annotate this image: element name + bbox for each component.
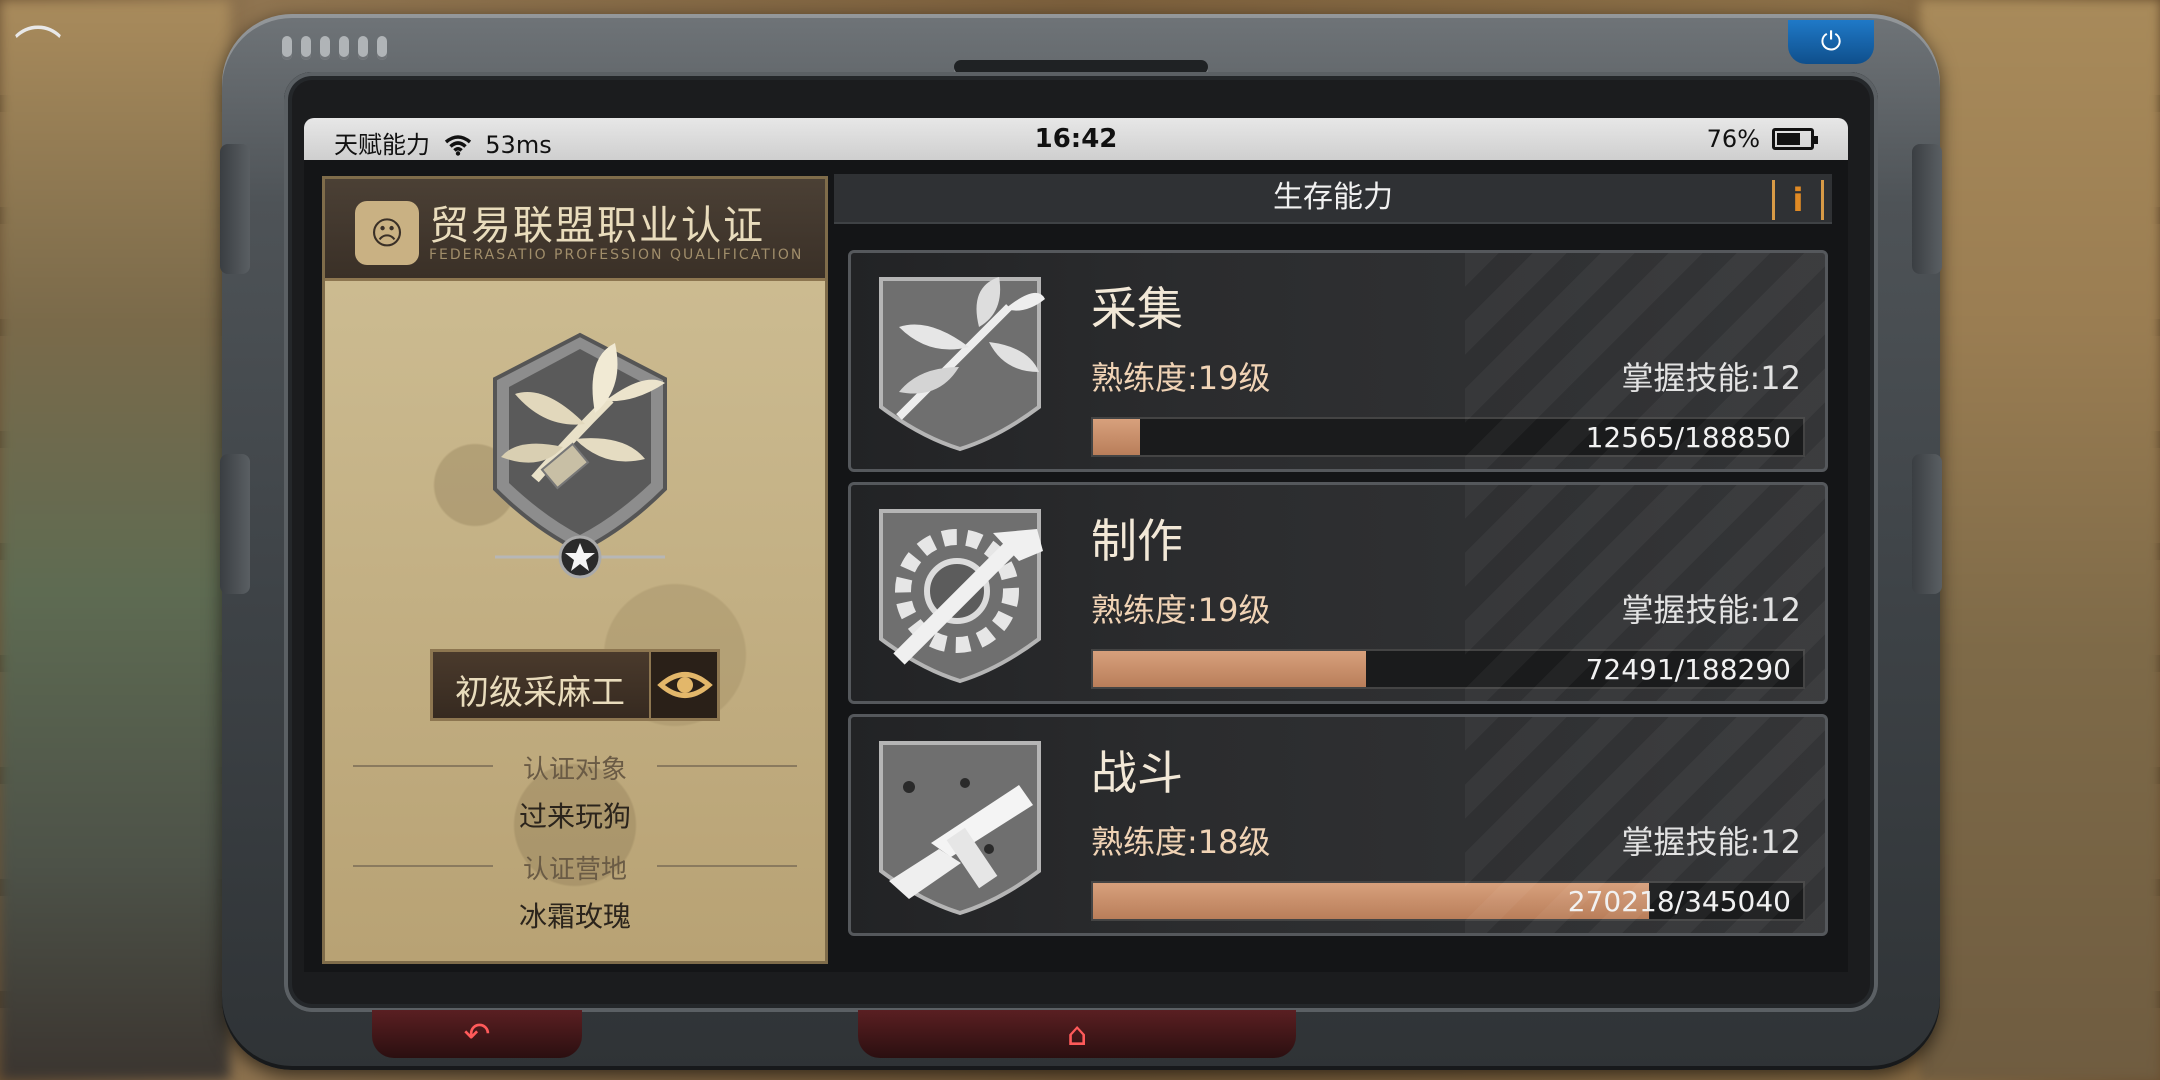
speaker-grille bbox=[282, 36, 387, 60]
skill-progress-fill bbox=[1093, 883, 1650, 919]
battery-level bbox=[1777, 133, 1801, 145]
skill-card-crafting[interactable]: 制作 熟练度:19级 掌握技能:12 72491/188290 bbox=[848, 482, 1828, 704]
clock: 16:42 bbox=[1034, 124, 1118, 154]
leaf-bundle-icon bbox=[879, 277, 1045, 452]
left-side-bump-top bbox=[220, 144, 250, 274]
camp-label: 认证营地 bbox=[325, 849, 825, 886]
certification-subtitle: FEDERASATIO PROFESSION QUALIFICATION bbox=[429, 247, 804, 263]
background-left bbox=[0, 0, 230, 1080]
right-side-bump-top bbox=[1912, 144, 1942, 274]
skill-card-combat[interactable]: 战斗 熟练度:18级 掌握技能:12 270218/345040 bbox=[848, 714, 1828, 936]
skill-progress-text: 72491/188290 bbox=[1585, 653, 1791, 686]
survival-header: 生存能力 i bbox=[834, 174, 1832, 224]
background-right bbox=[1920, 0, 2160, 1080]
target-value: 过来玩狗 bbox=[518, 800, 631, 833]
camp-value: 冰霜玫瑰 bbox=[518, 900, 631, 933]
battery-icon bbox=[1772, 128, 1818, 150]
back-button[interactable]: ↶ bbox=[372, 1010, 582, 1058]
battery-percent: 76% bbox=[1706, 125, 1760, 153]
app-screen: ☹ 贸易联盟职业认证 FEDERASATIO PROFESSION QUALIF… bbox=[304, 160, 1848, 972]
skill-card-gathering[interactable]: 采集 熟练度:19级 掌握技能:12 12565/188850 bbox=[848, 250, 1828, 472]
bottom-navigation: ↶ ⌂ bbox=[0, 1010, 2160, 1080]
right-side-bump-mid bbox=[1912, 454, 1942, 594]
skill-name: 采集 bbox=[1091, 282, 1183, 336]
home-icon: ⌂ bbox=[1066, 1015, 1088, 1053]
home-button[interactable]: ⌂ bbox=[858, 1010, 1296, 1058]
status-right: 76% bbox=[1706, 125, 1818, 153]
power-button[interactable]: ⏻ bbox=[1788, 20, 1874, 64]
trade-alliance-logo-icon: ☹ bbox=[355, 201, 419, 265]
top-left-back-icon[interactable]: ⌒ bbox=[14, 22, 70, 78]
info-icon[interactable]: i bbox=[1772, 180, 1824, 220]
gear-hammer-icon bbox=[879, 509, 1043, 684]
skill-name: 战斗 bbox=[1091, 746, 1183, 800]
rank-name: 初级采麻工 bbox=[455, 673, 625, 713]
rank-name-box[interactable]: 初级采麻工 bbox=[430, 649, 720, 721]
back-arrow-icon: ↶ bbox=[463, 1015, 491, 1053]
skill-progress-fill bbox=[1093, 419, 1141, 455]
skill-proficiency: 熟练度:19级 bbox=[1091, 591, 1271, 629]
skill-progress-text: 270218/345040 bbox=[1567, 885, 1791, 918]
certification-panel: ☹ 贸易联盟职业认证 FEDERASATIO PROFESSION QUALIF… bbox=[322, 176, 828, 964]
certification-header: ☹ 贸易联盟职业认证 FEDERASATIO PROFESSION QUALIF… bbox=[325, 179, 825, 281]
skill-progress-bar: 12565/188850 bbox=[1091, 417, 1805, 457]
skill-proficiency: 熟练度:18级 bbox=[1091, 823, 1271, 861]
skill-mastery: 掌握技能:12 bbox=[1621, 591, 1801, 629]
skill-name: 制作 bbox=[1091, 514, 1183, 568]
submachine-gun-icon bbox=[879, 741, 1041, 916]
skill-progress-bar: 270218/345040 bbox=[1091, 881, 1805, 921]
power-icon: ⏻ bbox=[1820, 27, 1842, 57]
skill-proficiency: 熟练度:19级 bbox=[1091, 359, 1271, 397]
status-bar: 天赋能力 53ms 16:42 76% bbox=[304, 118, 1848, 160]
skill-progress-fill bbox=[1093, 651, 1367, 687]
skill-progress-bar: 72491/188290 bbox=[1091, 649, 1805, 689]
survival-title: 生存能力 bbox=[1273, 180, 1393, 215]
left-side-bump-mid bbox=[220, 454, 250, 594]
certification-title: 贸易联盟职业认证 bbox=[429, 203, 765, 249]
skill-mastery: 掌握技能:12 bbox=[1621, 823, 1801, 861]
view-eye-button[interactable] bbox=[649, 652, 717, 718]
target-label: 认证对象 bbox=[325, 749, 825, 786]
eye-icon bbox=[657, 672, 713, 698]
skill-progress-text: 12565/188850 bbox=[1585, 421, 1791, 454]
skill-mastery: 掌握技能:12 bbox=[1621, 359, 1801, 397]
gathering-badge-icon bbox=[493, 332, 667, 579]
